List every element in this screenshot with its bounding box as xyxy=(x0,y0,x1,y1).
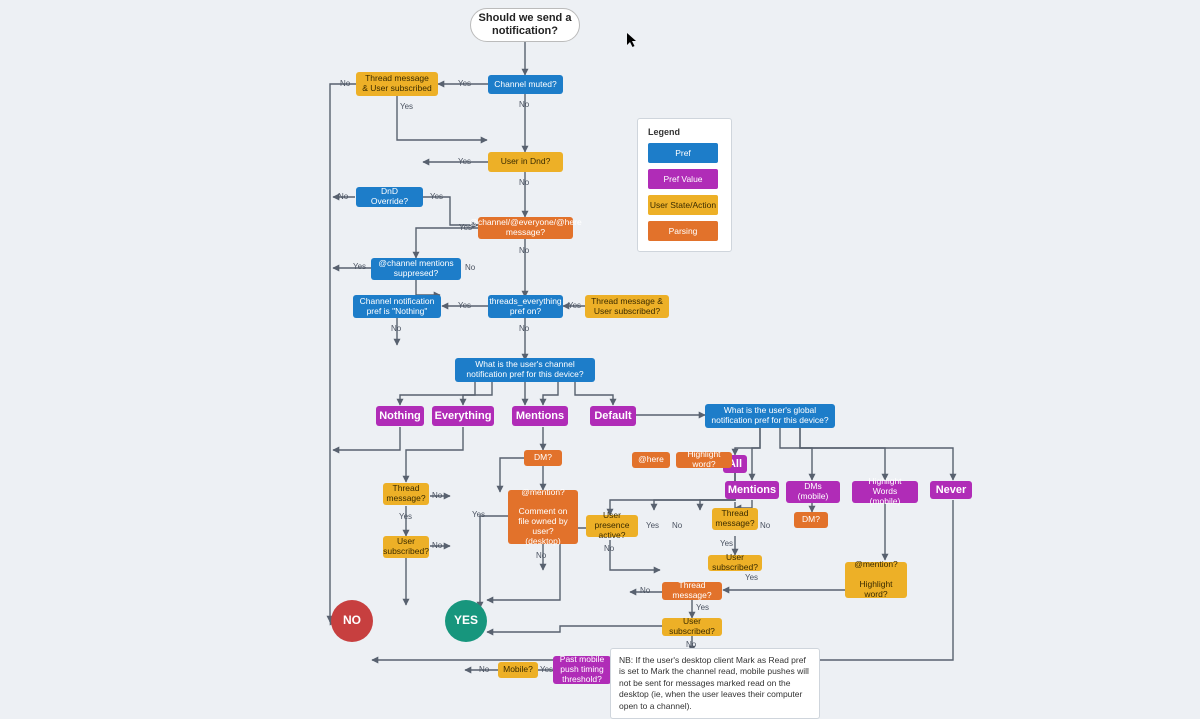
edge-label: Yes xyxy=(458,157,471,166)
edge-label: No xyxy=(432,541,442,550)
node-user-presence-active: User presence active? xyxy=(586,515,638,537)
node-at-here: @here xyxy=(632,452,670,468)
diagram-canvas: { "title": "Should we send a notificatio… xyxy=(0,0,1200,700)
node-mobile: Mobile? xyxy=(498,662,538,678)
connectors xyxy=(0,0,1200,700)
node-dm: DM? xyxy=(524,450,562,466)
value-mentions-global: Mentions xyxy=(725,481,779,499)
edge-label: No xyxy=(519,246,529,255)
edge-label: No xyxy=(338,192,348,201)
terminal-yes: YES xyxy=(445,600,487,642)
footnote: NB: If the user's desktop client Mark as… xyxy=(610,648,820,719)
node-user-subscribed-center: User subscribed? xyxy=(662,618,722,636)
edge-label: No xyxy=(760,521,770,530)
edge-label: Yes xyxy=(472,510,485,519)
edge-label: Yes xyxy=(459,223,472,232)
edge-label: No xyxy=(536,551,546,560)
edge-label: Yes xyxy=(745,573,758,582)
edge-label: Yes xyxy=(540,665,553,674)
edge-label: Yes xyxy=(400,102,413,111)
legend-swatch-pref-value: Pref Value xyxy=(648,169,718,189)
edge-label: Yes xyxy=(720,539,733,548)
edge-label: Yes xyxy=(399,512,412,521)
legend-swatch-parsing: Parsing xyxy=(648,221,718,241)
edge-label: No xyxy=(640,586,650,595)
node-channel-pref-nothing: Channel notification pref is "Nothing" xyxy=(353,295,441,318)
value-default: Default xyxy=(590,406,636,426)
legend: Legend Pref Pref Value User State/Action… xyxy=(637,118,732,252)
node-at-mention-comment: @mention? Comment on file owned by user?… xyxy=(508,490,578,544)
edge-label: No xyxy=(519,100,529,109)
edge-label: No xyxy=(672,521,682,530)
edge-label: No xyxy=(519,324,529,333)
node-thread-message-right: Thread message? xyxy=(712,508,758,530)
edge-label: Yes xyxy=(458,301,471,310)
node-channel-pref-device: What is the user's channel notification … xyxy=(455,358,595,382)
edge-label: No xyxy=(340,79,350,88)
legend-swatch-user-state: User State/Action xyxy=(648,195,718,215)
node-user-subscribed-right: User subscribed? xyxy=(708,555,762,571)
edge-label: No xyxy=(391,324,401,333)
edge-label: No xyxy=(479,665,489,674)
node-global-pref-device: What is the user's global notification p… xyxy=(705,404,835,428)
value-mentions-channel: Mentions xyxy=(512,406,568,426)
edge-label: No xyxy=(465,263,475,272)
node-thread-subscribed-mid: Thread message & User subscribed? xyxy=(585,295,669,318)
edge-label: No xyxy=(432,491,442,500)
node-at-channel-suppressed: @channel mentions suppresed? xyxy=(371,258,461,280)
legend-title: Legend xyxy=(648,127,721,137)
node-highlight-word: Highlight word? xyxy=(676,452,732,468)
value-highlight-words-mobile: Highlight Words (mobile) xyxy=(852,481,918,503)
node-at-channel-message: @channel/@everyone/@here message? xyxy=(478,217,573,239)
value-nothing: Nothing xyxy=(376,406,424,426)
start-label: Should we send a notification? xyxy=(477,12,573,37)
edge-label: Yes xyxy=(458,79,471,88)
terminal-no: NO xyxy=(331,600,373,642)
node-channel-muted: Channel muted? xyxy=(488,75,563,94)
edge-label: Yes xyxy=(353,262,366,271)
value-everything: Everything xyxy=(432,406,494,426)
node-user-in-dnd: User in Dnd? xyxy=(488,152,563,172)
node-dnd-override: DnD Override? xyxy=(356,187,423,207)
edge-label: Yes xyxy=(568,301,581,310)
node-at-mention-highlight-word: @mention? Highlight word? xyxy=(845,562,907,598)
node-past-mobile-threshold: Past mobile push timing threshold? xyxy=(553,656,611,684)
edge-label: No xyxy=(604,544,614,553)
node-user-subscribed-left: User subscribed? xyxy=(383,536,429,558)
value-dms-mobile: DMs (mobile) xyxy=(786,481,840,503)
node-threads-everything: threads_everything pref on? xyxy=(488,295,563,318)
edge-label: Yes xyxy=(696,603,709,612)
node-thread-message-center: Thread message? xyxy=(662,582,722,600)
edge-label: No xyxy=(519,178,529,187)
start-node: Should we send a notification? xyxy=(470,8,580,42)
edge-label: Yes xyxy=(430,192,443,201)
mouse-cursor-icon xyxy=(627,33,639,49)
legend-swatch-pref: Pref xyxy=(648,143,718,163)
node-thread-subscribed-top: Thread message & User subscribed xyxy=(356,72,438,96)
node-dm-mobile: DM? xyxy=(794,512,828,528)
node-thread-message-left: Thread message? xyxy=(383,483,429,505)
edge-label: Yes xyxy=(646,521,659,530)
value-never: Never xyxy=(930,481,972,499)
